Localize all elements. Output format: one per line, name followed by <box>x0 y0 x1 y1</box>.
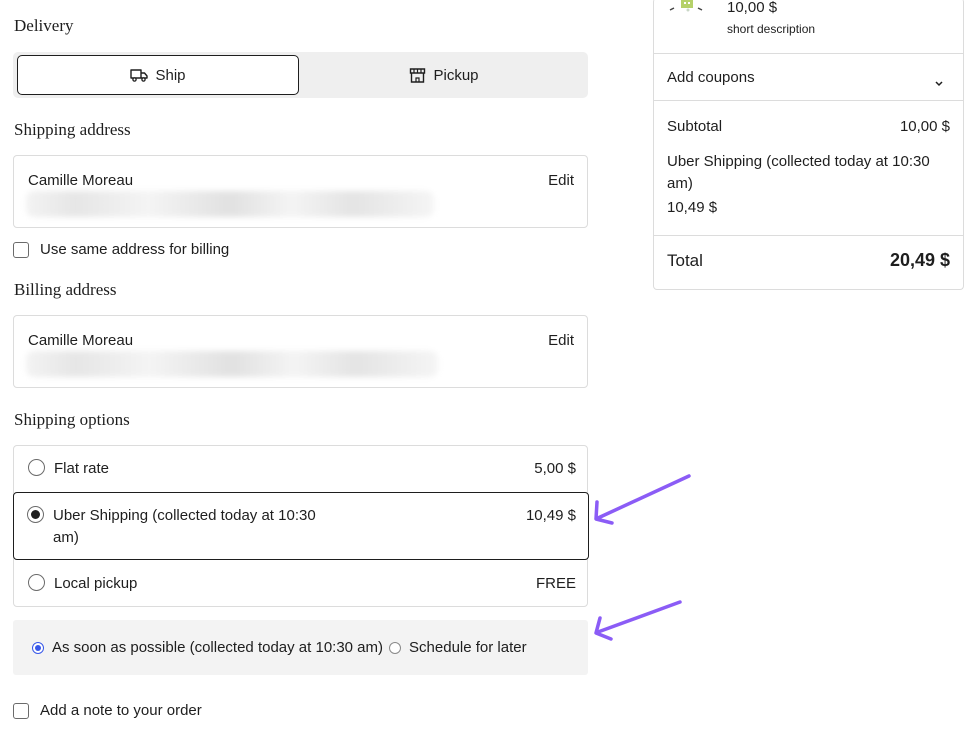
shipping-address-name: Camille Moreau <box>28 172 134 189</box>
shipping-option-uber[interactable]: Uber Shipping (collected today at 10:30 … <box>13 492 589 560</box>
store-icon <box>409 67 426 83</box>
product-description: short description <box>727 22 816 36</box>
total-label: Total <box>667 251 703 270</box>
asap-label[interactable]: As soon as possible (collected today at … <box>52 639 383 656</box>
option-label: Flat rate <box>54 460 110 477</box>
option-price: 10,49 $ <box>525 507 576 524</box>
shipping-address-card: Camille Moreau Edit <box>13 155 588 228</box>
billing-address-heading: Billing address <box>14 280 117 299</box>
truck-icon <box>130 68 149 82</box>
redacted-address-text <box>26 351 438 377</box>
option-price: FREE <box>535 575 576 592</box>
schedule-later-radio[interactable] <box>389 641 402 654</box>
subtotal-value: 10,00 $ <box>899 118 950 135</box>
divider <box>654 235 963 236</box>
billing-address-edit-link[interactable]: Edit <box>548 332 574 349</box>
option-price: 5,00 $ <box>534 460 576 477</box>
product-price: 10,00 $ <box>727 0 778 16</box>
annotation-arrow-icon <box>594 600 682 641</box>
shipping-option-local-pickup[interactable]: Local pickup FREE <box>14 560 589 606</box>
option-label: Uber Shipping (collected today at 10:30 <box>53 507 316 524</box>
subtotal-label: Subtotal <box>667 118 723 135</box>
pickup-label: Pickup <box>433 66 479 84</box>
schedule-later-label[interactable]: Schedule for later <box>409 639 527 656</box>
redacted-address-text <box>26 191 434 217</box>
shipping-address-edit-link[interactable]: Edit <box>548 172 574 189</box>
shipping-address-heading: Shipping address <box>14 120 131 139</box>
ship-option-button[interactable]: Ship <box>17 55 299 95</box>
radio-button[interactable] <box>28 574 45 591</box>
divider <box>654 100 963 101</box>
annotation-arrow-icon <box>594 474 691 525</box>
pickup-option-button[interactable]: Pickup <box>303 55 585 95</box>
chevron-down-icon[interactable] <box>934 74 944 91</box>
radio-button-selected[interactable] <box>27 506 44 523</box>
shipping-value: 10,49 $ <box>667 199 718 216</box>
same-address-label: Use same address for billing <box>40 241 230 258</box>
order-summary: 10,00 $ short description Add coupons Su… <box>653 0 964 290</box>
same-address-checkbox-row[interactable]: Use same address for billing <box>13 241 229 258</box>
billing-address-card: Camille Moreau Edit <box>13 315 588 388</box>
option-label: Local pickup <box>54 575 138 592</box>
billing-address-name: Camille Moreau <box>28 332 134 349</box>
shipping-options-heading: Shipping options <box>14 410 130 429</box>
divider <box>654 53 963 54</box>
option-label-line2: am) <box>53 529 79 546</box>
same-address-checkbox[interactable] <box>13 241 29 258</box>
shipping-option-flat-rate[interactable]: Flat rate 5,00 $ <box>14 446 589 492</box>
order-note-checkbox[interactable] <box>13 702 29 719</box>
shipping-method-label-line2: am) <box>667 175 693 192</box>
pickup-time-panel: As soon as possible (collected today at … <box>13 620 588 675</box>
order-note-checkbox-row[interactable]: Add a note to your order <box>13 702 202 719</box>
total-value: 20,49 $ <box>889 250 950 270</box>
delivery-heading: Delivery <box>14 16 74 35</box>
product-thumbnail <box>668 0 704 14</box>
order-note-label: Add a note to your order <box>40 702 202 719</box>
shipping-method-label: Uber Shipping (collected today at 10:30 <box>667 153 930 170</box>
asap-radio[interactable] <box>32 641 44 654</box>
delivery-toggle: Ship Pickup <box>13 52 588 98</box>
add-coupons-toggle[interactable]: Add coupons <box>667 69 755 86</box>
shipping-options-list: Flat rate 5,00 $ Uber Shipping (collecte… <box>13 445 589 607</box>
ship-label: Ship <box>155 66 186 84</box>
radio-button[interactable] <box>28 459 45 476</box>
